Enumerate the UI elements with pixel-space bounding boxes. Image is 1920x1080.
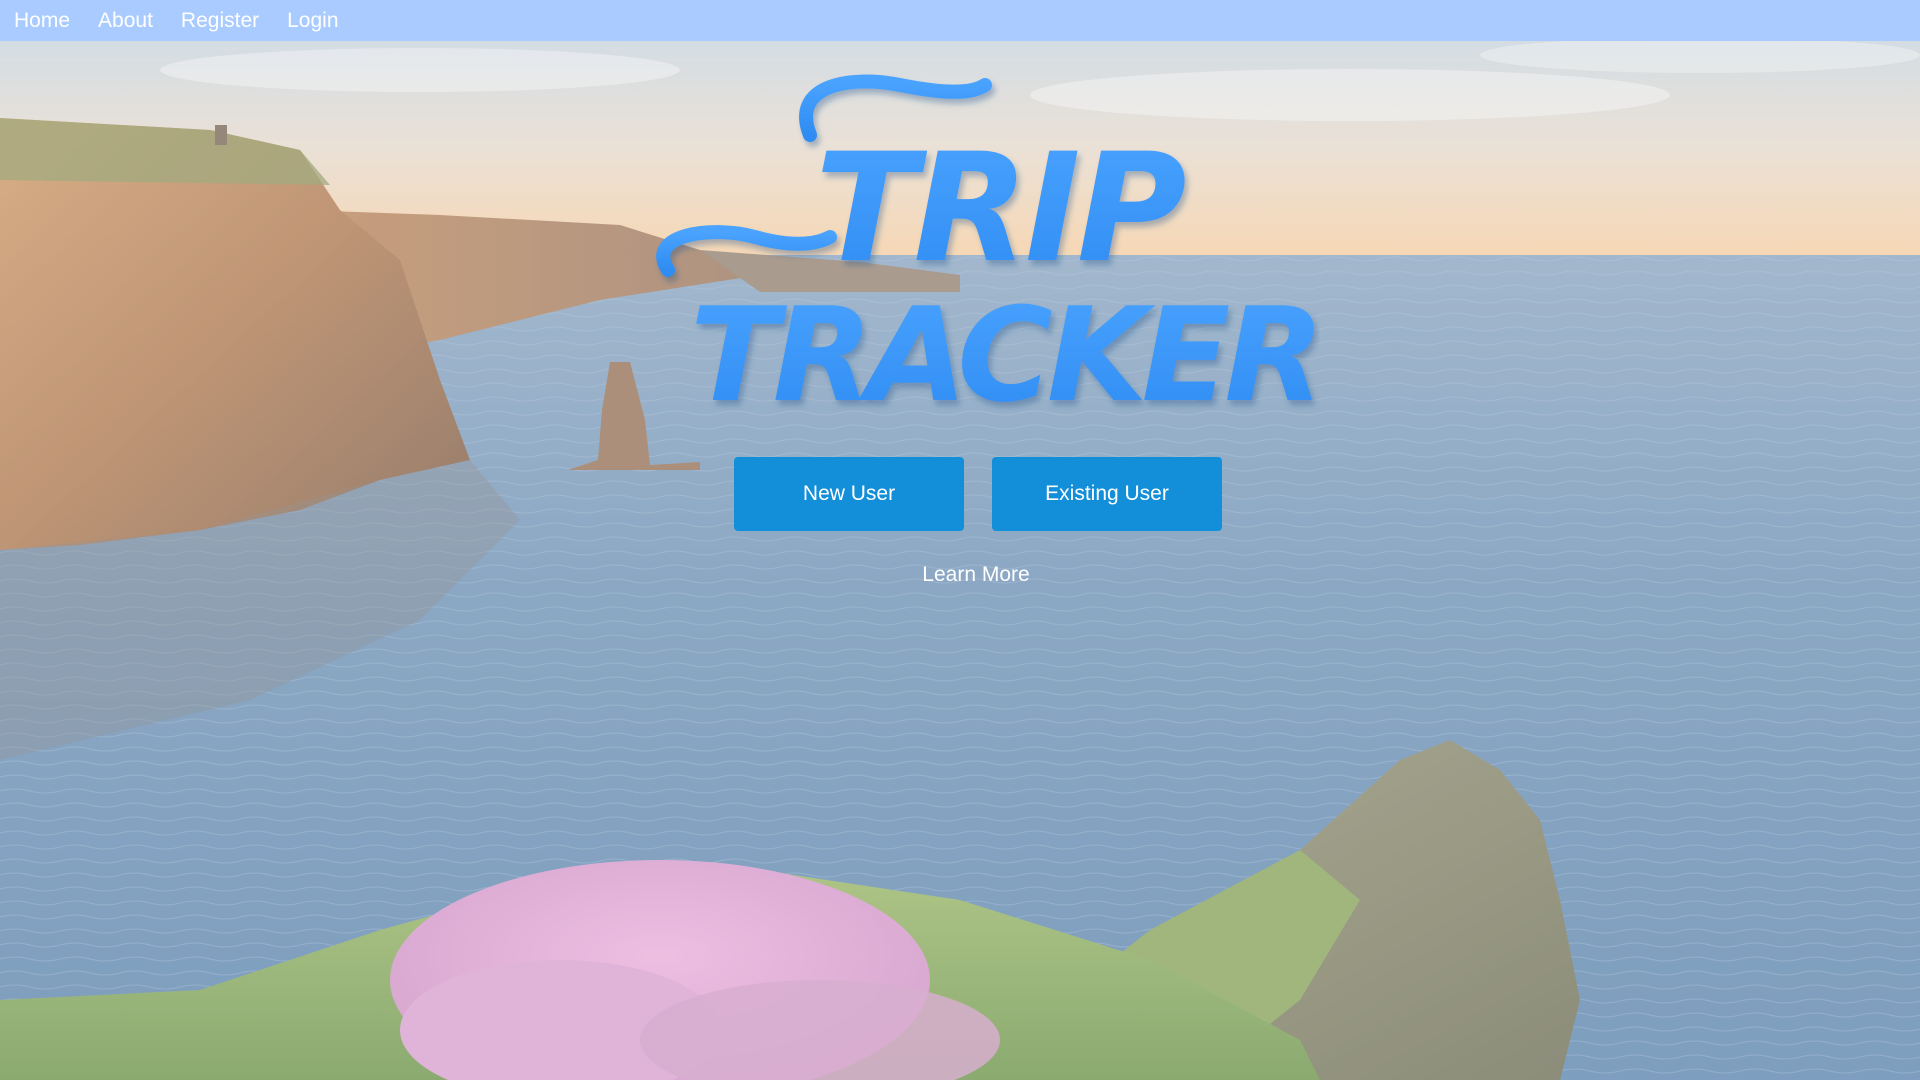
- landing-page: Home About Register Login TRIP TRACKER N…: [0, 0, 1920, 1080]
- learn-more-link[interactable]: Learn More: [922, 563, 1029, 586]
- nav-link-home[interactable]: Home: [14, 9, 70, 33]
- logo-line-tracker: TRACKER: [690, 279, 1318, 415]
- nav-link-about[interactable]: About: [98, 9, 153, 33]
- nav-link-register[interactable]: Register: [181, 9, 259, 33]
- top-navbar: Home About Register Login: [0, 0, 1920, 41]
- new-user-button[interactable]: New User: [734, 457, 964, 531]
- trip-tracker-logo: TRIP TRACKER: [656, 74, 1320, 415]
- existing-user-button[interactable]: Existing User: [992, 457, 1222, 531]
- logo-line-trip: TRIP: [815, 122, 1185, 296]
- nav-link-login[interactable]: Login: [287, 9, 338, 33]
